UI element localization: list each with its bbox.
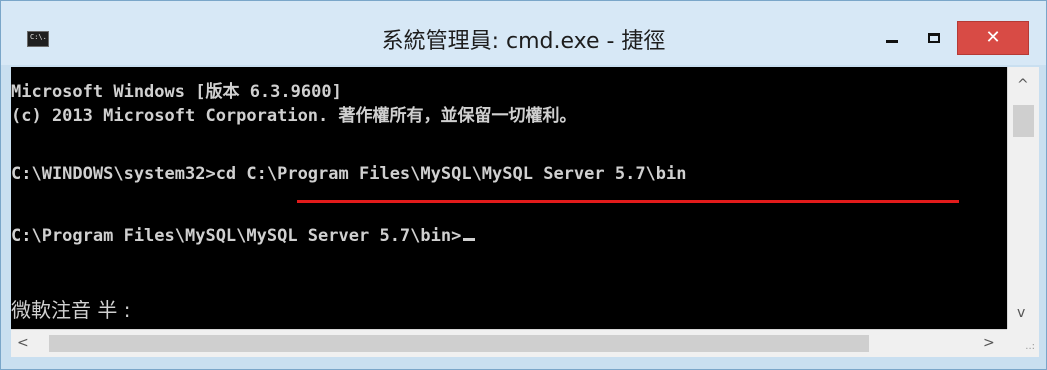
- scroll-right-icon[interactable]: >: [983, 335, 995, 351]
- close-icon: ✕: [985, 27, 1001, 48]
- minimize-button[interactable]: [871, 21, 913, 55]
- console-output[interactable]: Microsoft Windows [版本 6.3.9600] (c) 2013…: [11, 67, 1007, 329]
- console-prompt-line: C:\Program Files\MySQL\MySQL Server 5.7\…: [11, 225, 476, 247]
- horizontal-scrollbar[interactable]: < >: [11, 329, 1007, 357]
- console-line-copyright: (c) 2013 Microsoft Corporation. 著作權所有，並保…: [11, 106, 577, 126]
- vertical-scroll-thumb[interactable]: [1013, 105, 1034, 137]
- resize-grip-icon[interactable]: ..:: [1007, 329, 1039, 357]
- command-highlight-underline: [297, 200, 959, 203]
- maximize-icon: [928, 33, 940, 43]
- scroll-left-icon[interactable]: <: [17, 335, 29, 351]
- maximize-button[interactable]: [913, 21, 955, 55]
- title-bar[interactable]: C:\. 系統管理員: cmd.exe - 捷徑 ✕: [1, 1, 1046, 65]
- vertical-scrollbar[interactable]: ^ v: [1007, 67, 1039, 329]
- scroll-up-icon[interactable]: ^: [1017, 77, 1029, 93]
- console-prompt-text: C:\Program Files\MySQL\MySQL Server 5.7\…: [11, 226, 462, 246]
- console-line-version: Microsoft Windows [版本 6.3.9600]: [11, 82, 342, 102]
- ime-status-line: 微軟注音 半 :: [11, 298, 131, 322]
- text-cursor: [463, 238, 476, 241]
- horizontal-scroll-thumb[interactable]: [49, 335, 869, 352]
- console-line-cd-command: C:\WINDOWS\system32>cd C:\Program Files\…: [11, 164, 687, 184]
- minimize-icon: [886, 39, 898, 43]
- close-button[interactable]: ✕: [957, 21, 1029, 55]
- scroll-down-icon[interactable]: v: [1017, 305, 1025, 321]
- cmd-window: C:\. 系統管理員: cmd.exe - 捷徑 ✕ Microsoft Win…: [0, 0, 1047, 370]
